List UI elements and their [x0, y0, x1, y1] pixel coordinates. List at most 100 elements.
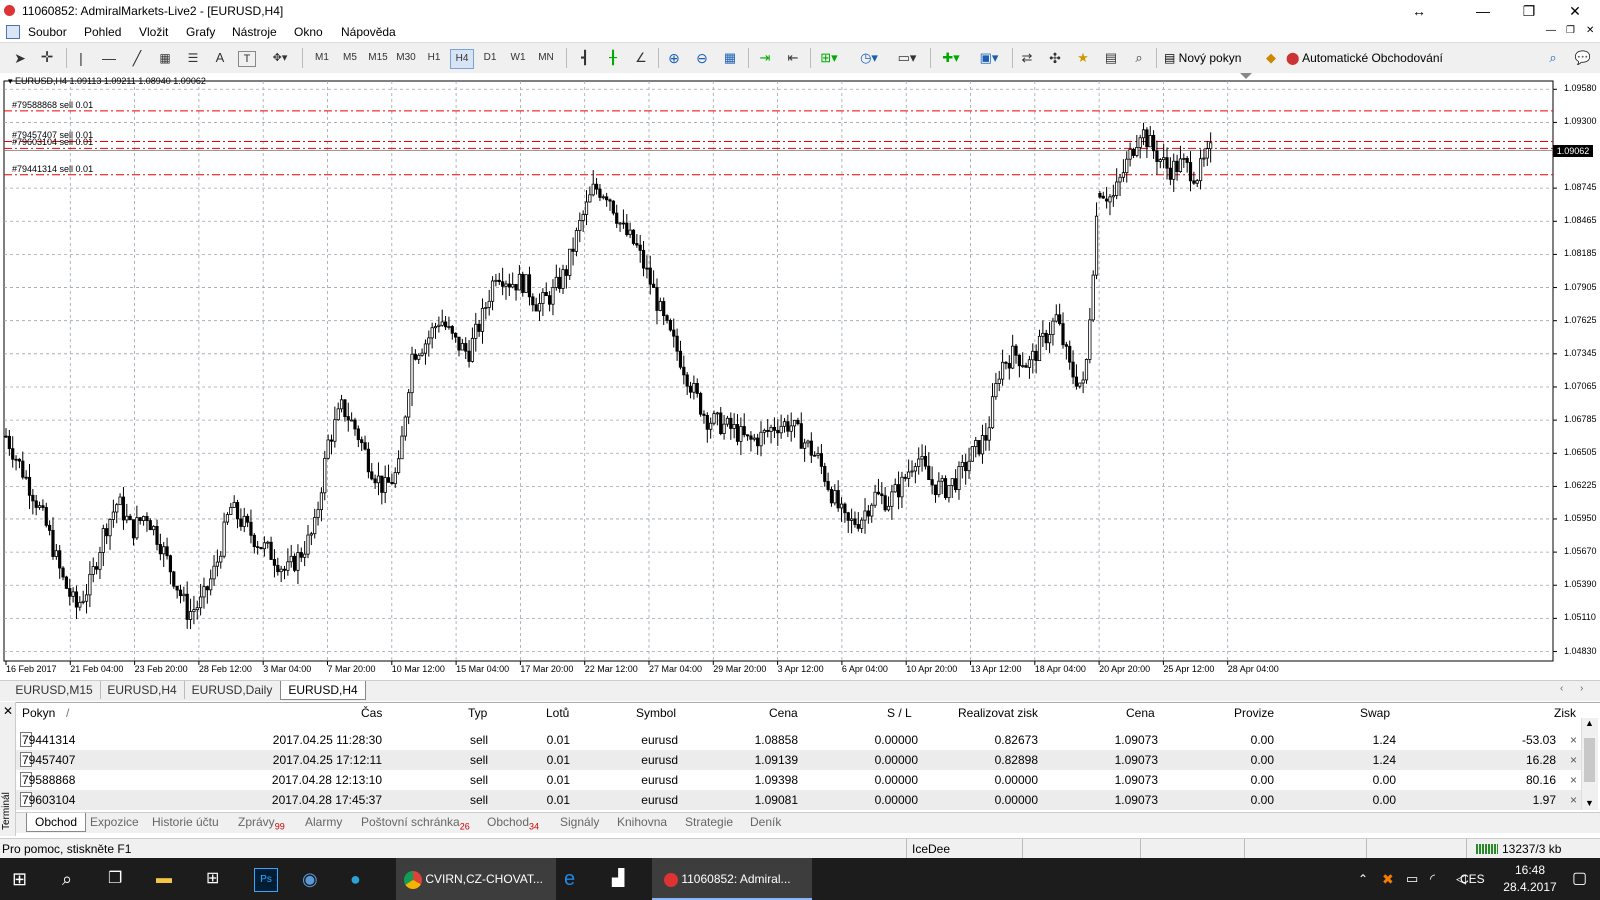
chart-shift-icon[interactable]: ⇥ [756, 49, 774, 67]
close-order-icon[interactable]: × [1570, 733, 1577, 747]
tf-w1-button[interactable]: W1 [506, 49, 530, 67]
chart-window[interactable]: ▾ EURUSD,H4 1.09113 1.09211 1.08940 1.09… [0, 73, 1600, 675]
mdi-restore-button[interactable]: ❐ [1566, 25, 1575, 36]
edge-icon[interactable]: e [564, 858, 588, 900]
order-row[interactable]: 79457407 2017.04.25 17:12:11 sell 0.01 eurus… [16, 750, 1581, 770]
mdi-close-button[interactable]: ✕ [1586, 25, 1594, 36]
terminal-tab[interactable]: Alarmy [305, 815, 342, 829]
tf-m1-button[interactable]: M1 [310, 49, 334, 67]
col-lotu[interactable]: Lotů [546, 706, 569, 720]
price-chart[interactable] [0, 73, 1600, 675]
vertical-line-icon[interactable]: | [76, 49, 86, 67]
tf-m5-button[interactable]: M5 [338, 49, 362, 67]
auto-trading-button[interactable]: ⬤ Automatické Obchodování [1286, 49, 1456, 67]
col-zisk[interactable]: Zisk [1554, 706, 1576, 720]
browser-icon[interactable]: ◉ [302, 858, 326, 900]
task-metatrader[interactable]: 11060852: Admiral... [652, 858, 812, 900]
terminal-tab[interactable]: Poštovní schránka26 [361, 815, 470, 831]
task-chrome[interactable]: CVIRN,CZ-CHOVAT... [396, 858, 556, 900]
collapse-arrow-icon[interactable]: ▾ [8, 76, 15, 86]
terminal-close-icon[interactable]: ✕ [3, 704, 13, 718]
tray-chevron-icon[interactable]: ⌃ [1358, 858, 1368, 900]
col-typ[interactable]: Typ [468, 706, 487, 720]
new-chart-dropdown-icon[interactable]: ✚▾ [938, 49, 964, 67]
terminal-icon[interactable]: ▤ [1102, 49, 1120, 67]
close-order-icon[interactable]: × [1570, 753, 1577, 767]
chart-tab-eurusd-h4-1[interactable]: EURUSD,H4 [100, 681, 185, 699]
tester-icon[interactable]: ⌕ [1130, 49, 1148, 67]
scroll-down-icon[interactable]: ▼ [1585, 798, 1594, 808]
data-window-icon[interactable]: ★ [1074, 49, 1092, 67]
templates-dropdown-icon[interactable]: ▭▾ [894, 49, 920, 67]
close-order-icon[interactable]: × [1570, 793, 1577, 807]
terminal-tab[interactable]: Expozice [90, 815, 139, 829]
tf-h1-button[interactable]: H1 [422, 49, 446, 67]
terminal-scrollbar[interactable]: ▲ ▼ [1581, 718, 1598, 810]
terminal-tab[interactable]: Historie účtu [152, 815, 219, 829]
mdi-minimize-button[interactable]: — [1546, 25, 1556, 36]
col-symbol[interactable]: Symbol [636, 706, 676, 720]
tf-mn-button[interactable]: MN [534, 49, 558, 67]
order-line-label[interactable]: #79603104 sell 0.01 [12, 137, 93, 147]
horizontal-line-icon[interactable]: — [100, 49, 118, 67]
search-icon[interactable]: ⌕ [1544, 49, 1562, 67]
indicators-dropdown-icon[interactable]: ⊞▾ [816, 49, 842, 67]
start-icon[interactable]: ⊞ [12, 858, 36, 900]
tab-scroll-right-icon[interactable]: › [1580, 683, 1583, 694]
chart-tab-eurusd-h4-active[interactable]: EURUSD,H4 [280, 681, 366, 700]
tab-scroll-left-icon[interactable]: ‹ [1560, 683, 1563, 694]
cursor-icon[interactable]: ➤ [12, 49, 28, 67]
close-button[interactable]: ✕ [1552, 0, 1598, 22]
terminal-tab[interactable]: Signály [560, 815, 599, 829]
tray-date[interactable]: 28.4.2017 [1494, 880, 1566, 894]
terminal-tab[interactable]: Obchod [26, 813, 87, 832]
menu-napoveda[interactable]: Nápověda [341, 25, 396, 39]
file-explorer-icon[interactable]: ▬ [156, 858, 180, 900]
text-label-icon[interactable]: T [238, 51, 256, 67]
metaeditor-icon[interactable]: ◆ [1262, 49, 1280, 67]
menu-nastroje[interactable]: Nástroje [232, 25, 277, 39]
autoscroll-icon[interactable]: ⇤ [784, 49, 802, 67]
bar-chart-icon[interactable]: ┫ [576, 49, 594, 67]
terminal-tab[interactable]: Deník [750, 815, 781, 829]
tf-m15-button[interactable]: M15 [366, 49, 390, 67]
channel-icon[interactable]: ▦ [156, 49, 174, 67]
col-cena[interactable]: Cena [769, 706, 798, 720]
chat-icon[interactable]: 💬 [1572, 49, 1594, 67]
battery-icon[interactable]: ▭ [1406, 858, 1418, 900]
tf-d1-button[interactable]: D1 [478, 49, 502, 67]
terminal-tab[interactable]: Zprávy99 [238, 815, 285, 831]
chart-tab-eurusd-m15[interactable]: EURUSD,M15 [8, 681, 101, 699]
chart-tab-eurusd-daily[interactable]: EURUSD,Daily [184, 681, 281, 699]
line-chart-icon[interactable]: ∠ [632, 49, 650, 67]
menu-soubor[interactable]: Soubor [28, 25, 67, 39]
notifications-icon[interactable]: ▢ [1572, 858, 1587, 900]
candlestick-icon[interactable]: ╂ [604, 49, 622, 67]
photoshop-icon[interactable]: Ps [254, 867, 278, 892]
restore-button[interactable]: ❐ [1506, 0, 1552, 22]
crosshair-icon[interactable]: ✛ [38, 49, 56, 67]
app-circle-icon[interactable]: ● [350, 858, 374, 900]
col-pokyn[interactable]: Pokyn [22, 706, 55, 720]
menu-vlozit[interactable]: Vložit [139, 25, 168, 39]
col-realizovat-zisk[interactable]: Realizovat zisk [958, 706, 1038, 720]
menu-grafy[interactable]: Grafy [186, 25, 215, 39]
store-icon[interactable]: ⊞ [206, 858, 230, 900]
trendline-icon[interactable]: ╱ [128, 49, 146, 67]
printer-icon[interactable]: ▟ [612, 858, 636, 900]
col-cas[interactable]: Čas [361, 706, 382, 720]
menu-pohled[interactable]: Pohled [84, 25, 121, 39]
tf-m30-button[interactable]: M30 [394, 49, 418, 67]
tray-time[interactable]: 16:48 [1500, 863, 1560, 877]
wifi-icon[interactable]: ◜ [1430, 858, 1435, 900]
col-provize[interactable]: Provize [1234, 706, 1274, 720]
terminal-tab[interactable]: Strategie [685, 815, 733, 829]
zoom-in-icon[interactable]: ⊕ [664, 49, 684, 67]
zoom-out-icon[interactable]: ⊖ [692, 49, 712, 67]
shapes-dropdown-icon[interactable]: ✥▾ [268, 49, 292, 67]
minimize-button[interactable]: — [1460, 0, 1506, 22]
col-cena-current[interactable]: Cena [1126, 706, 1155, 720]
scroll-thumb[interactable] [1584, 738, 1595, 782]
market-watch-icon[interactable]: ⇄ [1018, 49, 1036, 67]
scroll-up-icon[interactable]: ▲ [1585, 718, 1594, 728]
